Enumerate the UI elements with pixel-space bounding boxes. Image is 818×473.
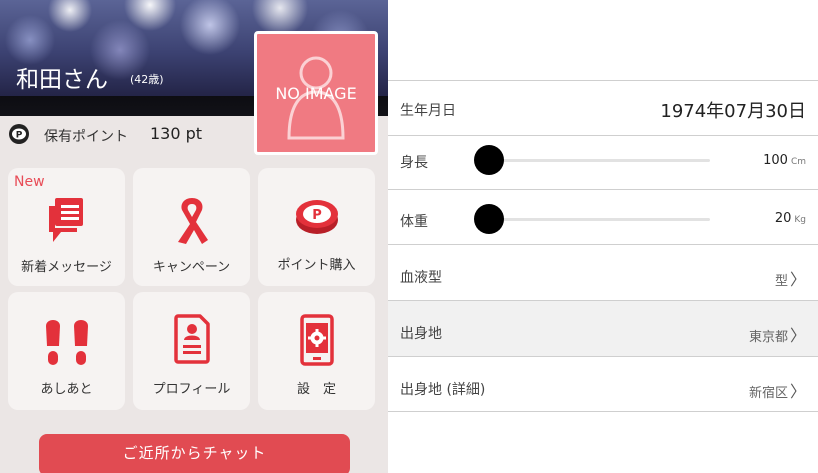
birthday-label: 生年月日: [400, 103, 456, 119]
left-panel: 和田さん (42歳) P 保有ポイント 130 pt NO IMAGE New: [0, 0, 388, 473]
blood-type-label: 血液型: [400, 270, 442, 286]
birthplace-row[interactable]: 出身地 東京都〉: [388, 301, 818, 356]
weight-slider-thumb[interactable]: [474, 204, 504, 234]
profile-photo[interactable]: NO IMAGE: [254, 31, 378, 155]
weight-slider-track[interactable]: [488, 218, 710, 221]
point-coin-icon: P: [295, 200, 338, 234]
profile-form: 生年月日 1974年07月30日 身長 100 Cm 体重 20 Kg 血液型 型〉…: [388, 0, 818, 473]
divider: [388, 244, 818, 245]
menu-new-messages[interactable]: New 新着メッセージ: [8, 168, 125, 286]
settings-phone-icon: [299, 314, 334, 366]
footprints-icon: [45, 320, 88, 365]
height-slider-track[interactable]: [488, 159, 710, 162]
blood-type-value: 型: [774, 274, 788, 289]
weight-label: 体重: [400, 214, 428, 230]
divider: [388, 356, 818, 357]
chevron-right-icon: 〉: [789, 382, 806, 401]
points-label: 保有ポイント: [44, 129, 128, 145]
chevron-right-icon: 〉: [789, 326, 806, 345]
weight-unit: Kg: [794, 215, 806, 225]
nearby-chat-button[interactable]: ご近所からチャット: [39, 434, 350, 473]
height-unit: Cm: [790, 157, 806, 167]
menu-label: 新着メッセージ: [21, 260, 112, 275]
profile-document-icon: [173, 314, 210, 364]
height-number: 100: [763, 153, 788, 168]
divider: [388, 80, 818, 81]
menu-settings[interactable]: 設 定: [258, 292, 375, 410]
divider: [388, 189, 818, 190]
menu-point-purchase[interactable]: P ポイント購入: [258, 168, 375, 286]
divider: [388, 135, 818, 136]
message-icon: [48, 198, 83, 242]
menu-label: プロフィール: [152, 382, 231, 397]
user-name: 和田さん: [16, 67, 108, 93]
height-slider-thumb[interactable]: [474, 145, 504, 175]
birthplace-value: 東京都: [748, 330, 788, 345]
no-image-label: NO IMAGE: [275, 84, 357, 103]
menu-footprints[interactable]: あしあと: [8, 292, 125, 410]
weight-number: 20: [774, 211, 792, 226]
svg-text:P: P: [16, 131, 23, 141]
new-badge: New: [14, 174, 45, 190]
menu-label: キャンペーン: [152, 260, 231, 275]
divider: [388, 411, 818, 412]
chevron-right-icon: 〉: [789, 270, 806, 289]
menu-label: 設 定: [296, 382, 336, 397]
menu-label: ポイント購入: [277, 258, 356, 273]
height-value: 100 Cm: [763, 153, 806, 168]
height-label: 身長: [400, 155, 428, 171]
menu-campaign[interactable]: キャンペーン: [133, 168, 250, 286]
point-coin-icon: P: [9, 124, 29, 144]
birthplace-detail-value: 新宿区: [748, 386, 788, 401]
birthplace-label: 出身地: [400, 326, 442, 342]
birthplace-detail-label: 出身地 (詳細): [400, 382, 486, 398]
weight-value: 20 Kg: [775, 211, 806, 226]
svg-text:P: P: [312, 208, 322, 223]
points-value: 130 pt: [150, 124, 203, 143]
birthday-value: 1974年07月30日: [660, 101, 806, 122]
menu-profile[interactable]: プロフィール: [133, 292, 250, 410]
user-age: (42歳): [130, 73, 164, 86]
menu-label: あしあと: [40, 382, 93, 397]
ribbon-icon: [177, 198, 208, 244]
